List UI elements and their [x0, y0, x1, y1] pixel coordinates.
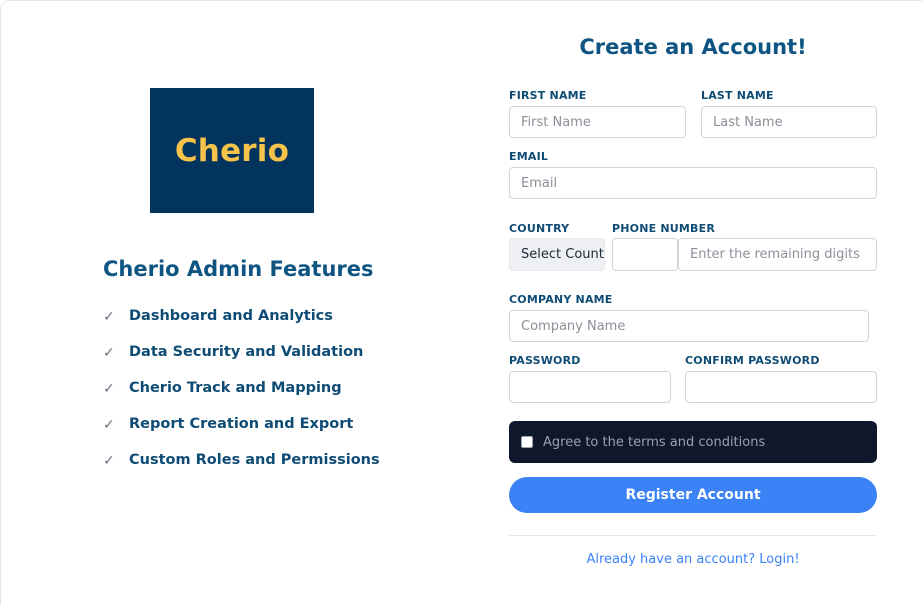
password-label: PASSWORD	[509, 354, 581, 367]
feature-item: ✓ Data Security and Validation	[103, 342, 380, 378]
terms-checkbox[interactable]	[521, 436, 533, 448]
register-button[interactable]: Register Account	[509, 477, 877, 513]
first-name-input[interactable]	[509, 106, 686, 138]
page: Cherio Cherio Admin Features ✓ Dashboard…	[0, 0, 922, 605]
first-name-label: FIRST NAME	[509, 89, 587, 102]
feature-item: ✓ Report Creation and Export	[103, 414, 380, 450]
form-title: Create an Account!	[579, 35, 807, 59]
phone-code-input[interactable]	[612, 238, 678, 271]
divider	[509, 535, 877, 536]
phone-number-input[interactable]	[678, 238, 877, 271]
feature-label: Report Creation and Export	[129, 416, 354, 432]
terms-label[interactable]: Agree to the terms and conditions	[543, 435, 765, 450]
company-input[interactable]	[509, 310, 869, 342]
terms-box: Agree to the terms and conditions	[509, 421, 877, 463]
feature-item: ✓ Custom Roles and Permissions	[103, 450, 380, 486]
check-icon: ✓	[103, 380, 115, 396]
feature-label: Dashboard and Analytics	[129, 308, 333, 324]
phone-label: PHONE NUMBER	[612, 222, 716, 235]
confirm-password-input[interactable]	[685, 371, 877, 403]
feature-label: Custom Roles and Permissions	[129, 452, 380, 468]
features-list: ✓ Dashboard and Analytics ✓ Data Securit…	[103, 306, 380, 486]
check-icon: ✓	[103, 452, 115, 468]
feature-item: ✓ Cherio Track and Mapping	[103, 378, 380, 414]
logo-text: Cherio	[174, 132, 290, 169]
country-label: COUNTRY	[509, 222, 570, 235]
check-icon: ✓	[103, 308, 115, 324]
country-select[interactable]: Select Count	[509, 238, 605, 271]
email-input[interactable]	[509, 167, 877, 199]
login-link[interactable]: Already have an account? Login!	[509, 552, 877, 567]
feature-label: Data Security and Validation	[129, 344, 364, 360]
feature-label: Cherio Track and Mapping	[129, 380, 342, 396]
cherio-logo: Cherio	[150, 88, 314, 213]
company-label: COMPANY NAME	[509, 293, 613, 306]
last-name-label: LAST NAME	[701, 89, 774, 102]
check-icon: ✓	[103, 344, 115, 360]
password-input[interactable]	[509, 371, 671, 403]
confirm-password-label: CONFIRM PASSWORD	[685, 354, 820, 367]
last-name-input[interactable]	[701, 106, 877, 138]
email-label: EMAIL	[509, 150, 549, 163]
check-icon: ✓	[103, 416, 115, 432]
features-title: Cherio Admin Features	[103, 257, 374, 281]
feature-item: ✓ Dashboard and Analytics	[103, 306, 380, 342]
